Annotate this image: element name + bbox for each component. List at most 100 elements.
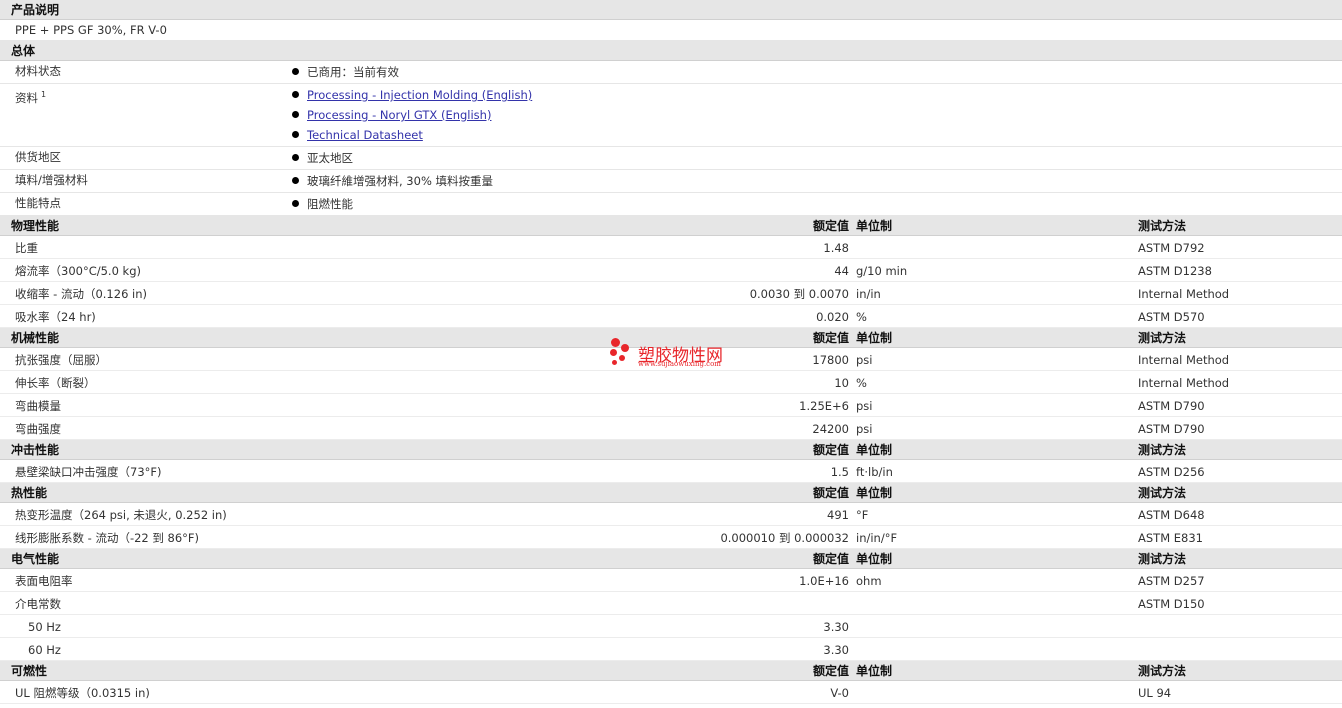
- property-method: ASTM D790: [1138, 422, 1205, 436]
- section-title: 冲击性能: [11, 443, 60, 457]
- document-link[interactable]: Processing - Noryl GTX (English): [307, 108, 491, 122]
- property-label: 弯曲强度: [15, 422, 61, 436]
- property-value: 3.30: [823, 620, 849, 634]
- property-unit: ft·lb/in: [856, 465, 893, 479]
- property-method: ASTM E831: [1138, 531, 1203, 545]
- section-title: 机械性能: [11, 331, 60, 345]
- property-value: 1.48: [823, 241, 849, 255]
- general-row-label: 材料状态: [15, 64, 61, 78]
- property-row: UL 阻燃等级（0.0315 in) V-0 UL 94: [0, 681, 1342, 704]
- bullet-item: Technical Datasheet: [292, 124, 532, 144]
- property-row: 熔流率（300°C/5.0 kg) 44 g/10 min ASTM D1238: [0, 259, 1342, 282]
- bullet-icon: [292, 91, 299, 98]
- property-value: V-0: [830, 686, 849, 700]
- property-row: 比重 1.48 ASTM D792: [0, 236, 1342, 259]
- column-header-unit: 单位制: [856, 552, 893, 566]
- property-label: 收缩率 - 流动（0.126 in): [15, 287, 148, 301]
- bullet-item: 已商用：当前有效: [292, 61, 399, 81]
- property-label: 吸水率（24 hr): [15, 310, 96, 324]
- property-row: 热变形温度（264 psi, 未退火, 0.252 in) 491 °F ASTM D…: [0, 503, 1342, 526]
- property-row: 表面电阻率 1.0E+16 ohm ASTM D257: [0, 569, 1342, 592]
- column-header-unit: 单位制: [856, 219, 893, 233]
- description-text: PPE + PPS GF 30%, FR V-0: [15, 23, 167, 37]
- column-header-unit: 单位制: [856, 331, 893, 345]
- general-row: 供货地区 亚太地区: [0, 147, 1342, 170]
- property-value: 0.0030 到 0.0070: [749, 287, 849, 301]
- watermark-logo: 塑胶物性网 www.sujiaowuxing.com: [607, 336, 747, 376]
- bullet-icon: [292, 154, 299, 161]
- section-header: 热性能 额定值 单位制 测试方法: [0, 483, 1342, 503]
- property-unit: psi: [856, 353, 873, 367]
- column-header-value: 额定值: [812, 443, 849, 457]
- bullet-text: 阻燃性能: [307, 197, 353, 211]
- property-row: 弯曲强度 24200 psi ASTM D790: [0, 417, 1342, 440]
- property-method: ASTM D792: [1138, 241, 1205, 255]
- property-row: 收缩率 - 流动（0.126 in) 0.0030 到 0.0070 in/in In…: [0, 282, 1342, 305]
- property-method: Internal Method: [1138, 376, 1230, 390]
- property-unit: in/in: [856, 287, 881, 301]
- property-unit: %: [856, 310, 867, 324]
- section-header: 物理性能 额定值 单位制 测试方法: [0, 216, 1342, 236]
- general-row-values: 阻燃性能: [292, 193, 353, 213]
- property-value: 491: [827, 508, 849, 522]
- document-link[interactable]: Technical Datasheet: [307, 128, 423, 142]
- column-header-value: 额定值: [812, 486, 849, 500]
- property-value: 10: [834, 376, 849, 390]
- general-row-values: Processing - Injection Molding (English)…: [292, 84, 532, 144]
- property-unit: %: [856, 376, 867, 390]
- bullet-icon: [292, 177, 299, 184]
- property-method: ASTM D648: [1138, 508, 1205, 522]
- property-row: 60 Hz 3.30: [0, 638, 1342, 661]
- bullet-icon: [292, 200, 299, 207]
- bullet-text: 已商用：当前有效: [307, 65, 399, 79]
- column-header-value: 额定值: [812, 664, 849, 678]
- property-value: 1.0E+16: [799, 574, 849, 588]
- column-header-method: 测试方法: [1138, 443, 1187, 457]
- general-row: 资料 1 Processing - Injection Molding (Engli…: [0, 84, 1342, 147]
- property-label: 弯曲模量: [15, 399, 61, 413]
- column-header-unit: 单位制: [856, 443, 893, 457]
- section-title: 热性能: [11, 486, 48, 500]
- bullet-icon: [292, 68, 299, 75]
- bullet-icon: [292, 111, 299, 118]
- property-method: ASTM D1238: [1138, 264, 1212, 278]
- property-method: ASTM D150: [1138, 597, 1205, 611]
- column-header-method: 测试方法: [1138, 552, 1187, 566]
- property-row: 50 Hz 3.30: [0, 615, 1342, 638]
- property-value: 17800: [812, 353, 849, 367]
- logo-dots-icon: [607, 336, 637, 370]
- bullet-item: Processing - Injection Molding (English): [292, 84, 532, 104]
- property-value: 24200: [812, 422, 849, 436]
- property-row: 线形膨胀系数 - 流动（-22 到 86°F) 0.000010 到 0.0000…: [0, 526, 1342, 549]
- property-value: 0.020: [816, 310, 849, 324]
- property-unit: psi: [856, 422, 873, 436]
- general-body: 材料状态 已商用：当前有效资料 1 Processing - Injection Mo…: [0, 61, 1342, 216]
- column-header-unit: 单位制: [856, 486, 893, 500]
- bullet-item: 阻燃性能: [292, 193, 353, 213]
- column-header-method: 测试方法: [1138, 486, 1187, 500]
- property-unit: g/10 min: [856, 264, 908, 278]
- general-header-title: 总体: [11, 44, 36, 58]
- bullet-text: 玻璃纤維增强材料, 30% 填料按重量: [307, 174, 494, 188]
- property-method: ASTM D790: [1138, 399, 1205, 413]
- property-label: 比重: [15, 241, 38, 255]
- description-header-title: 产品说明: [11, 3, 60, 17]
- property-label: UL 阻燃等级（0.0315 in): [15, 686, 150, 700]
- column-header-value: 额定值: [812, 331, 849, 345]
- general-row-label: 性能特点: [15, 196, 61, 210]
- general-row-label: 供货地区: [15, 150, 61, 164]
- property-row: 弯曲模量 1.25E+6 psi ASTM D790: [0, 394, 1342, 417]
- property-unit: ohm: [856, 574, 882, 588]
- property-value: 3.30: [823, 643, 849, 657]
- general-row-label: 填料/增强材料: [15, 173, 88, 187]
- column-header-value: 额定值: [812, 552, 849, 566]
- section-header: 电气性能 额定值 单位制 测试方法: [0, 549, 1342, 569]
- document-link[interactable]: Processing - Injection Molding (English): [307, 88, 532, 102]
- property-label: 60 Hz: [28, 643, 61, 657]
- bullet-icon: [292, 131, 299, 138]
- section-header: 可燃性 额定值 单位制 测试方法: [0, 661, 1342, 681]
- property-row: 悬壁梁缺口冲击强度（73°F) 1.5 ft·lb/in ASTM D256: [0, 460, 1342, 483]
- property-method: ASTM D570: [1138, 310, 1205, 324]
- general-row-values: 亚太地区: [292, 147, 353, 167]
- section-title: 可燃性: [11, 664, 48, 678]
